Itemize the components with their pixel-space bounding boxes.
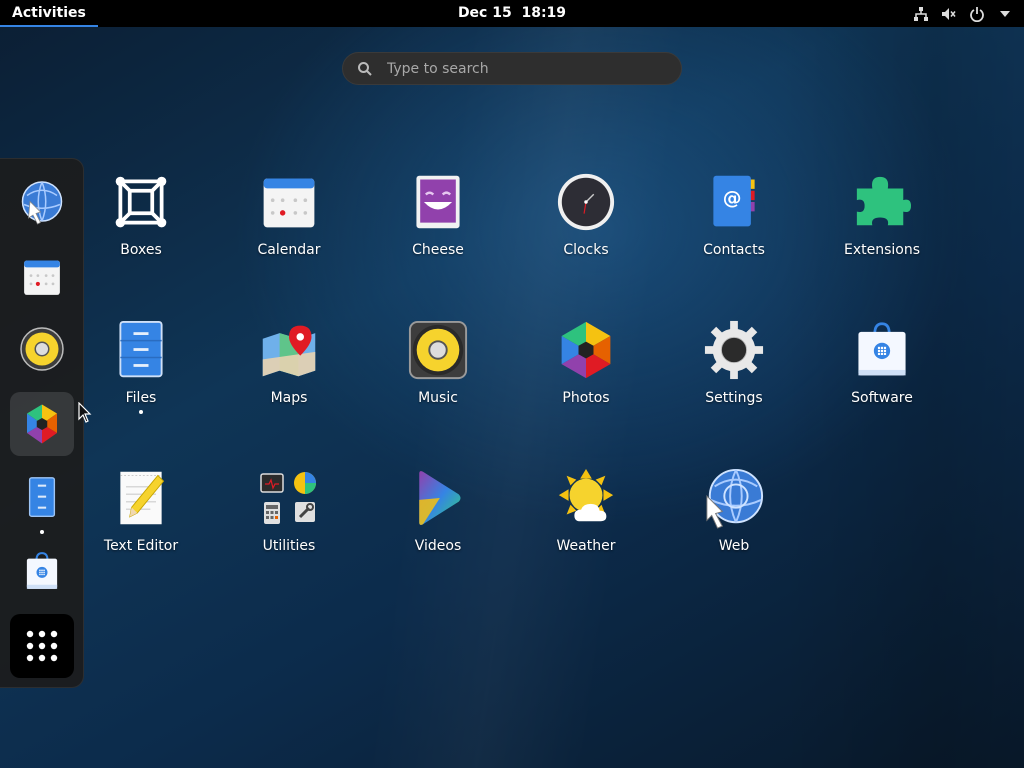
- dash-item-calendar[interactable]: [10, 245, 74, 309]
- photos-icon: [554, 318, 618, 382]
- app-label: Cheese: [412, 242, 464, 258]
- dash-item-files[interactable]: [10, 465, 74, 534]
- show-applications-button[interactable]: [10, 614, 74, 678]
- search-input[interactable]: [385, 59, 659, 78]
- calendar-icon: [24, 260, 60, 295]
- dash-item-software[interactable]: [10, 539, 74, 603]
- app-maps[interactable]: Maps: [215, 318, 363, 438]
- app-boxes[interactable]: Boxes: [67, 170, 215, 290]
- app-cheese[interactable]: Cheese: [364, 170, 512, 290]
- music-icon: [406, 318, 470, 382]
- dash-item-photos[interactable]: [10, 392, 74, 456]
- photos-icon: [27, 404, 57, 444]
- web-icon: [702, 466, 766, 530]
- music-icon: [20, 327, 64, 371]
- maps-icon: [257, 318, 321, 382]
- svg-text:@: @: [723, 188, 742, 209]
- contacts-icon: @: [702, 170, 766, 234]
- date-label: Dec 15: [457, 5, 512, 21]
- app-folder-utilities[interactable]: Utilities: [215, 466, 363, 586]
- app-label: Maps: [270, 390, 308, 406]
- weather-icon: [554, 466, 618, 530]
- chevron-down-icon[interactable]: [996, 5, 1014, 23]
- files-icon: [28, 477, 56, 517]
- date-time: Dec 15 18:19: [0, 0, 1024, 27]
- app-calendar[interactable]: Calendar: [215, 170, 363, 290]
- utilities-folder-icon: [257, 466, 321, 530]
- running-indicator: [40, 530, 44, 534]
- app-extensions[interactable]: Extensions: [808, 170, 956, 290]
- clocks-icon: [554, 170, 618, 234]
- settings-icon: [702, 318, 766, 382]
- app-label: Weather: [556, 538, 616, 554]
- mouse-pointer-icon: [78, 402, 92, 423]
- power-icon[interactable]: [968, 5, 986, 23]
- activities-button[interactable]: Activities: [0, 0, 98, 27]
- app-weather[interactable]: Weather: [512, 466, 660, 586]
- videos-icon: [406, 466, 470, 530]
- app-label: Utilities: [262, 538, 316, 554]
- app-contacts[interactable]: @ Contacts: [660, 170, 808, 290]
- app-label: Boxes: [120, 242, 162, 258]
- app-label: Software: [851, 390, 913, 406]
- extensions-icon: [850, 170, 914, 234]
- running-indicator: [139, 410, 143, 414]
- app-label: Contacts: [703, 242, 765, 258]
- app-label: Videos: [414, 538, 462, 554]
- clock-button[interactable]: Dec 15 18:19: [458, 5, 566, 21]
- boxes-icon: [109, 170, 173, 234]
- network-icon[interactable]: [912, 5, 930, 23]
- text-editor-icon: [109, 466, 173, 530]
- files-icon: [109, 318, 173, 382]
- software-icon: [850, 318, 914, 382]
- app-settings[interactable]: Settings: [660, 318, 808, 438]
- search-icon: [358, 61, 372, 76]
- app-web[interactable]: Web: [660, 466, 808, 586]
- app-label: Settings: [705, 390, 763, 406]
- app-label: Clocks: [563, 242, 609, 258]
- app-clocks[interactable]: Clocks: [512, 170, 660, 290]
- app-software[interactable]: Software: [808, 318, 956, 438]
- web-icon: [21, 181, 63, 225]
- cheese-icon: [406, 170, 470, 234]
- app-label: Text Editor: [103, 538, 179, 554]
- app-label: Calendar: [257, 242, 321, 258]
- calendar-icon: [257, 170, 321, 234]
- system-tray[interactable]: [912, 0, 1014, 27]
- app-label: Photos: [562, 390, 610, 406]
- app-label: Extensions: [843, 242, 921, 258]
- app-label: Web: [718, 538, 750, 554]
- app-music[interactable]: Music: [364, 318, 512, 438]
- dash-item-web[interactable]: [10, 171, 74, 235]
- app-label: Files: [125, 390, 157, 406]
- app-label: Music: [418, 390, 458, 406]
- software-icon: [26, 552, 58, 589]
- app-photos[interactable]: Photos: [512, 318, 660, 438]
- top-bar: Activities Dec 15 18:19: [0, 0, 1024, 27]
- time-label: 18:19: [521, 5, 567, 21]
- volume-muted-icon[interactable]: [940, 5, 958, 23]
- app-grid-icon: [26, 630, 58, 662]
- app-videos[interactable]: Videos: [364, 466, 512, 586]
- dash-item-music[interactable]: [10, 317, 74, 381]
- search-bar[interactable]: [342, 52, 682, 85]
- app-text-editor[interactable]: Text Editor: [67, 466, 215, 586]
